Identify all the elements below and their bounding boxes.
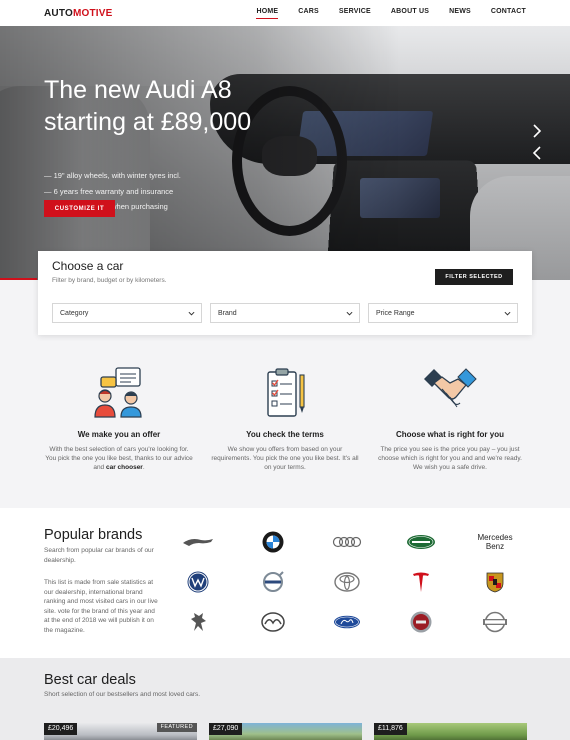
brand-ford[interactable]: [322, 609, 372, 635]
feature-text: We show you offers from based on your re…: [211, 446, 359, 471]
site-logo[interactable]: AUTOMOTIVE: [44, 8, 113, 19]
mercedes-benz-text: Mercedes Benz: [477, 533, 512, 551]
nav-cars[interactable]: CARS: [298, 8, 319, 18]
deal-card[interactable]: £11,876: [374, 723, 527, 740]
tesla-logo: [413, 572, 429, 592]
feature-text: The price you see is the price you pay –…: [378, 446, 522, 471]
nissan-logo: [483, 611, 507, 633]
feature-title: Choose what is right for you: [395, 430, 504, 439]
hero-shade: [0, 26, 570, 280]
land-rover-logo: [407, 535, 435, 549]
logo-part-auto: AUTO: [44, 8, 73, 19]
deal-card[interactable]: £27,090: [209, 723, 362, 740]
car-chooser-link[interactable]: car chooser: [106, 464, 143, 471]
chevron-down-icon: [346, 311, 353, 316]
toyota-logo: [334, 572, 360, 592]
search-title: Choose a car: [52, 259, 124, 273]
deal-price: £11,876: [374, 723, 407, 735]
brand-bmw[interactable]: [248, 529, 298, 555]
mazda-logo: [261, 612, 285, 632]
hero-feature: — 19" alloy wheels, with winter tyres in…: [44, 171, 181, 180]
fiat-logo: [410, 611, 432, 633]
customize-button[interactable]: CUSTOMIZE IT: [44, 200, 115, 217]
people-chat-icon: [94, 367, 142, 418]
main-nav: HOME CARS SERVICE ABOUT US NEWS CONTACT: [256, 8, 526, 19]
brand-select-value: Brand: [218, 309, 237, 317]
hero-banner: The new Audi A8 starting at £89,000 — 19…: [0, 26, 570, 280]
car-search-panel: Choose a car Filter by brand, budget or …: [38, 251, 532, 335]
chevron-down-icon: [504, 311, 511, 316]
brand-nissan[interactable]: [470, 609, 520, 635]
ford-logo: [334, 615, 360, 629]
deals-title: Best car deals: [44, 672, 136, 688]
brand-select[interactable]: Brand: [210, 303, 360, 323]
nav-about-us[interactable]: ABOUT US: [391, 8, 429, 18]
brand-mercedes-benz[interactable]: Mercedes Benz: [470, 529, 520, 555]
hero-feature: — 6 years free warranty and insurance: [44, 186, 174, 196]
brands-subtitle: Search from popular car brands of our de…: [44, 547, 154, 564]
volvo-logo: [263, 571, 284, 592]
brand-audi[interactable]: [322, 529, 372, 555]
brand-fiat[interactable]: [396, 609, 446, 635]
nav-contact[interactable]: CONTACT: [491, 8, 526, 18]
brand-volkswagen[interactable]: [173, 569, 223, 595]
featured-badge: FEATURED: [156, 723, 197, 732]
brand-land-rover[interactable]: [396, 529, 446, 555]
porsche-logo: [486, 572, 504, 593]
logo-part-motive: MOTIVE: [72, 8, 113, 19]
category-select-value: Category: [60, 309, 89, 317]
category-select[interactable]: Category: [52, 303, 202, 323]
chevron-left-icon[interactable]: [532, 146, 542, 160]
feature-text: With the best selection of cars you're l…: [44, 445, 194, 472]
feature-terms: You check the terms We show you offers f…: [210, 365, 360, 472]
brand-porsche[interactable]: [470, 569, 520, 595]
site-header: AUTOMOTIVE HOME CARS SERVICE ABOUT US NE…: [0, 0, 570, 26]
hero-title: The new Audi A8 starting at £89,000: [44, 76, 252, 136]
brand-mazda[interactable]: [248, 609, 298, 635]
brands-note: This list is made from sale statistics a…: [44, 579, 158, 634]
feature-title: We make you an offer: [77, 430, 161, 439]
feature-text-end: .: [142, 464, 145, 471]
nav-news[interactable]: NEWS: [449, 8, 471, 18]
volkswagen-logo: [187, 571, 209, 593]
deal-price: £20,496: [44, 723, 78, 735]
search-subtitle: Filter by brand, budget or by kilometers…: [52, 277, 167, 284]
mercedes-text: Mercedes: [477, 533, 513, 542]
checklist-icon: [267, 368, 305, 417]
chevron-right-icon[interactable]: [532, 124, 542, 138]
feature-title: You check the terms: [246, 430, 324, 439]
audi-logo: [332, 536, 362, 548]
hero-accent-bar: [0, 278, 37, 280]
best-car-deals-section: Best car deals Short selection of our be…: [0, 658, 570, 740]
brands-title: Popular brands: [44, 527, 143, 543]
peugeot-logo: [191, 613, 206, 631]
deal-price: £27,090: [209, 723, 243, 735]
chevron-down-icon: [188, 311, 195, 316]
price-range-select[interactable]: Price Range: [368, 303, 518, 323]
handshake-icon: [424, 368, 477, 408]
bmw-logo: [262, 531, 284, 553]
filter-selected-button[interactable]: FILTER SELECTED: [435, 269, 513, 285]
popular-brands-section: Popular brands Search from popular car b…: [0, 508, 570, 658]
brand-tesla[interactable]: [396, 569, 446, 595]
brand-jaguar[interactable]: [173, 529, 223, 555]
feature-choose: Choose what is right for you The price y…: [375, 365, 525, 472]
deals-subtitle: Short selection of our bestsellers and m…: [44, 691, 201, 698]
jaguar-logo: [183, 539, 213, 546]
nav-service[interactable]: SERVICE: [339, 8, 371, 18]
feature-offer: We make you an offer With the best selec…: [44, 365, 194, 472]
nav-home[interactable]: HOME: [256, 8, 279, 19]
price-range-select-value: Price Range: [376, 309, 415, 317]
benz-text: Benz: [485, 542, 505, 551]
brand-peugeot[interactable]: [173, 609, 223, 635]
brand-toyota[interactable]: [322, 569, 372, 595]
brand-volvo[interactable]: [248, 569, 298, 595]
deal-card[interactable]: £20,496 FEATURED: [44, 723, 197, 740]
